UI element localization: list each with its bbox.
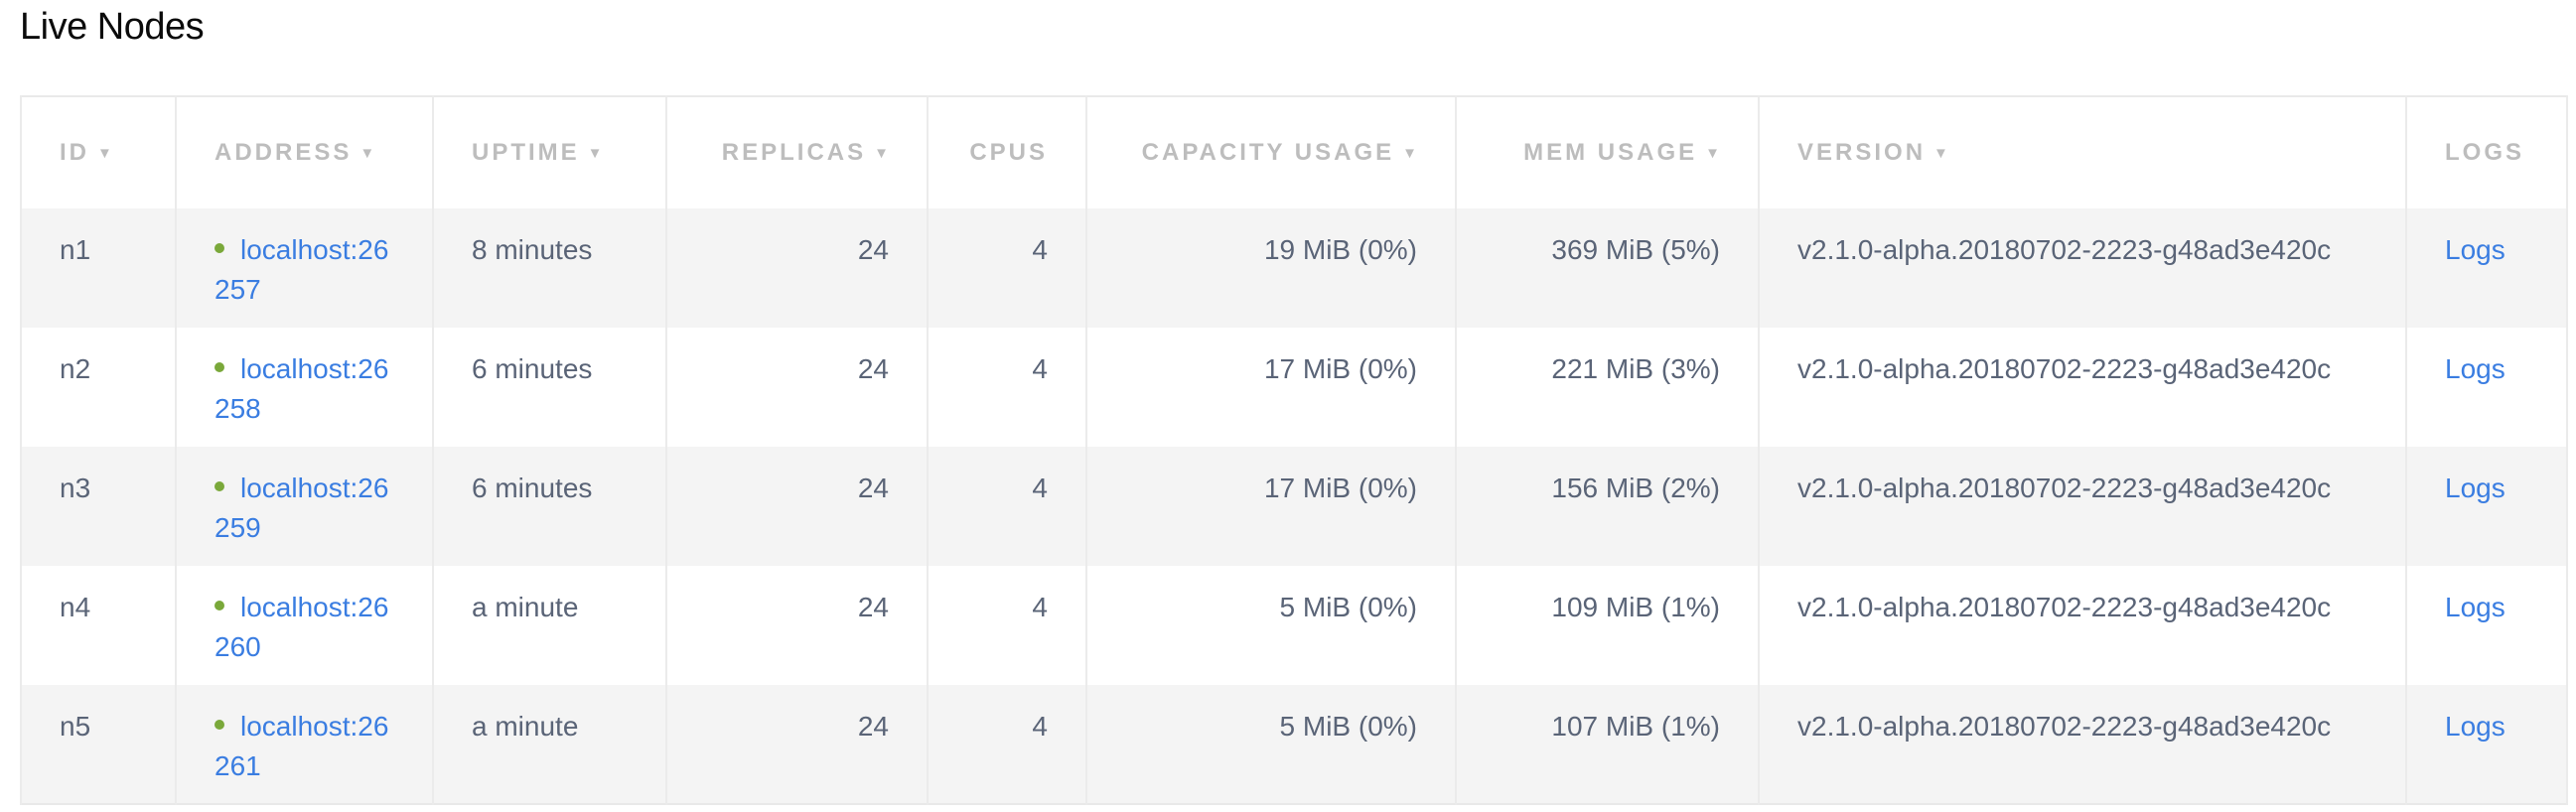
node-uptime: a minute [432, 685, 667, 804]
node-version: v2.1.0-alpha.20180702-2223-g48ad3e420c [1758, 208, 2407, 328]
table-row: n2 localhost:26258 6 minutes 24 4 17 MiB… [20, 328, 2568, 447]
node-mem-usage: 107 MiB (1%) [1455, 685, 1760, 804]
node-version: v2.1.0-alpha.20180702-2223-g48ad3e420c [1758, 685, 2407, 804]
status-live-icon [215, 720, 224, 730]
node-logs-cell: Logs [2405, 685, 2568, 804]
node-cpus: 4 [927, 566, 1087, 685]
node-cpus: 4 [927, 447, 1087, 566]
table-row: n4 localhost:26260 a minute 24 4 5 MiB (… [20, 566, 2568, 685]
node-logs-cell: Logs [2405, 447, 2568, 566]
node-replicas: 24 [665, 566, 929, 685]
node-address-cell: localhost:26261 [175, 685, 434, 804]
node-logs-cell: Logs [2405, 328, 2568, 447]
node-capacity-usage: 5 MiB (0%) [1085, 566, 1457, 685]
status-live-icon [215, 243, 224, 253]
table-row: n3 localhost:26259 6 minutes 24 4 17 MiB… [20, 447, 2568, 566]
sort-down-icon: ▼ [359, 145, 375, 162]
node-id: n1 [20, 208, 177, 328]
status-live-icon [215, 481, 224, 491]
node-cpus: 4 [927, 685, 1087, 804]
node-capacity-usage: 19 MiB (0%) [1085, 208, 1457, 328]
logs-link[interactable]: Logs [2445, 473, 2505, 503]
node-capacity-usage: 17 MiB (0%) [1085, 447, 1457, 566]
column-header-version[interactable]: VERSION ▼ [1758, 96, 2407, 208]
column-header-capacity-usage[interactable]: CAPACITY USAGE ▼ [1085, 96, 1457, 208]
node-address-link[interactable]: localhost:26259 [215, 473, 388, 543]
node-address-link[interactable]: localhost:26258 [215, 353, 388, 424]
column-header-logs: LOGS [2405, 96, 2568, 208]
node-logs-cell: Logs [2405, 566, 2568, 685]
sort-down-icon: ▼ [587, 145, 603, 162]
status-live-icon [215, 601, 224, 610]
node-mem-usage: 156 MiB (2%) [1455, 447, 1760, 566]
node-uptime: a minute [432, 566, 667, 685]
node-id: n3 [20, 447, 177, 566]
table-row: n1 localhost:26257 8 minutes 24 4 19 MiB… [20, 208, 2568, 328]
column-header-address[interactable]: ADDRESS ▼ [175, 96, 434, 208]
sort-down-icon: ▼ [1933, 145, 1948, 162]
node-cpus: 4 [927, 328, 1087, 447]
logs-link[interactable]: Logs [2445, 592, 2505, 622]
column-header-mem-usage[interactable]: MEM USAGE ▼ [1455, 96, 1760, 208]
sort-down-icon: ▼ [1705, 145, 1720, 162]
column-header-uptime[interactable]: UPTIME ▼ [432, 96, 667, 208]
node-address-cell: localhost:26260 [175, 566, 434, 685]
node-mem-usage: 369 MiB (5%) [1455, 208, 1760, 328]
column-header-cpus: CPUS [927, 96, 1087, 208]
table-header-row: ID ▼ ADDRESS ▼ UPTIME ▼ REPLICAS ▼ CPUS CAPA… [20, 96, 2568, 208]
node-version: v2.1.0-alpha.20180702-2223-g48ad3e420c [1758, 328, 2407, 447]
node-uptime: 6 minutes [432, 328, 667, 447]
node-replicas: 24 [665, 685, 929, 804]
node-address-cell: localhost:26258 [175, 328, 434, 447]
node-version: v2.1.0-alpha.20180702-2223-g48ad3e420c [1758, 447, 2407, 566]
node-mem-usage: 109 MiB (1%) [1455, 566, 1760, 685]
node-version: v2.1.0-alpha.20180702-2223-g48ad3e420c [1758, 566, 2407, 685]
node-capacity-usage: 5 MiB (0%) [1085, 685, 1457, 804]
sort-down-icon: ▼ [874, 145, 889, 162]
logs-link[interactable]: Logs [2445, 711, 2505, 742]
node-id: n4 [20, 566, 177, 685]
table-row: n5 localhost:26261 a minute 24 4 5 MiB (… [20, 685, 2568, 804]
sort-down-icon: ▼ [1402, 145, 1417, 162]
node-uptime: 6 minutes [432, 447, 667, 566]
status-live-icon [215, 362, 224, 372]
node-capacity-usage: 17 MiB (0%) [1085, 328, 1457, 447]
logs-link[interactable]: Logs [2445, 353, 2505, 384]
node-mem-usage: 221 MiB (3%) [1455, 328, 1760, 447]
node-uptime: 8 minutes [432, 208, 667, 328]
node-logs-cell: Logs [2405, 208, 2568, 328]
node-address-cell: localhost:26259 [175, 447, 434, 566]
logs-link[interactable]: Logs [2445, 234, 2505, 265]
node-address-link[interactable]: localhost:26261 [215, 711, 388, 781]
node-address-link[interactable]: localhost:26260 [215, 592, 388, 662]
sort-down-icon: ▼ [97, 145, 112, 162]
node-address-link[interactable]: localhost:26257 [215, 234, 388, 305]
column-header-id[interactable]: ID ▼ [20, 96, 177, 208]
page-title: Live Nodes [20, 6, 205, 48]
node-replicas: 24 [665, 208, 929, 328]
live-nodes-table: ID ▼ ADDRESS ▼ UPTIME ▼ REPLICAS ▼ CPUS CAPA… [20, 95, 2568, 805]
node-id: n5 [20, 685, 177, 804]
node-id: n2 [20, 328, 177, 447]
column-header-replicas[interactable]: REPLICAS ▼ [665, 96, 929, 208]
node-cpus: 4 [927, 208, 1087, 328]
node-replicas: 24 [665, 447, 929, 566]
node-address-cell: localhost:26257 [175, 208, 434, 328]
node-replicas: 24 [665, 328, 929, 447]
